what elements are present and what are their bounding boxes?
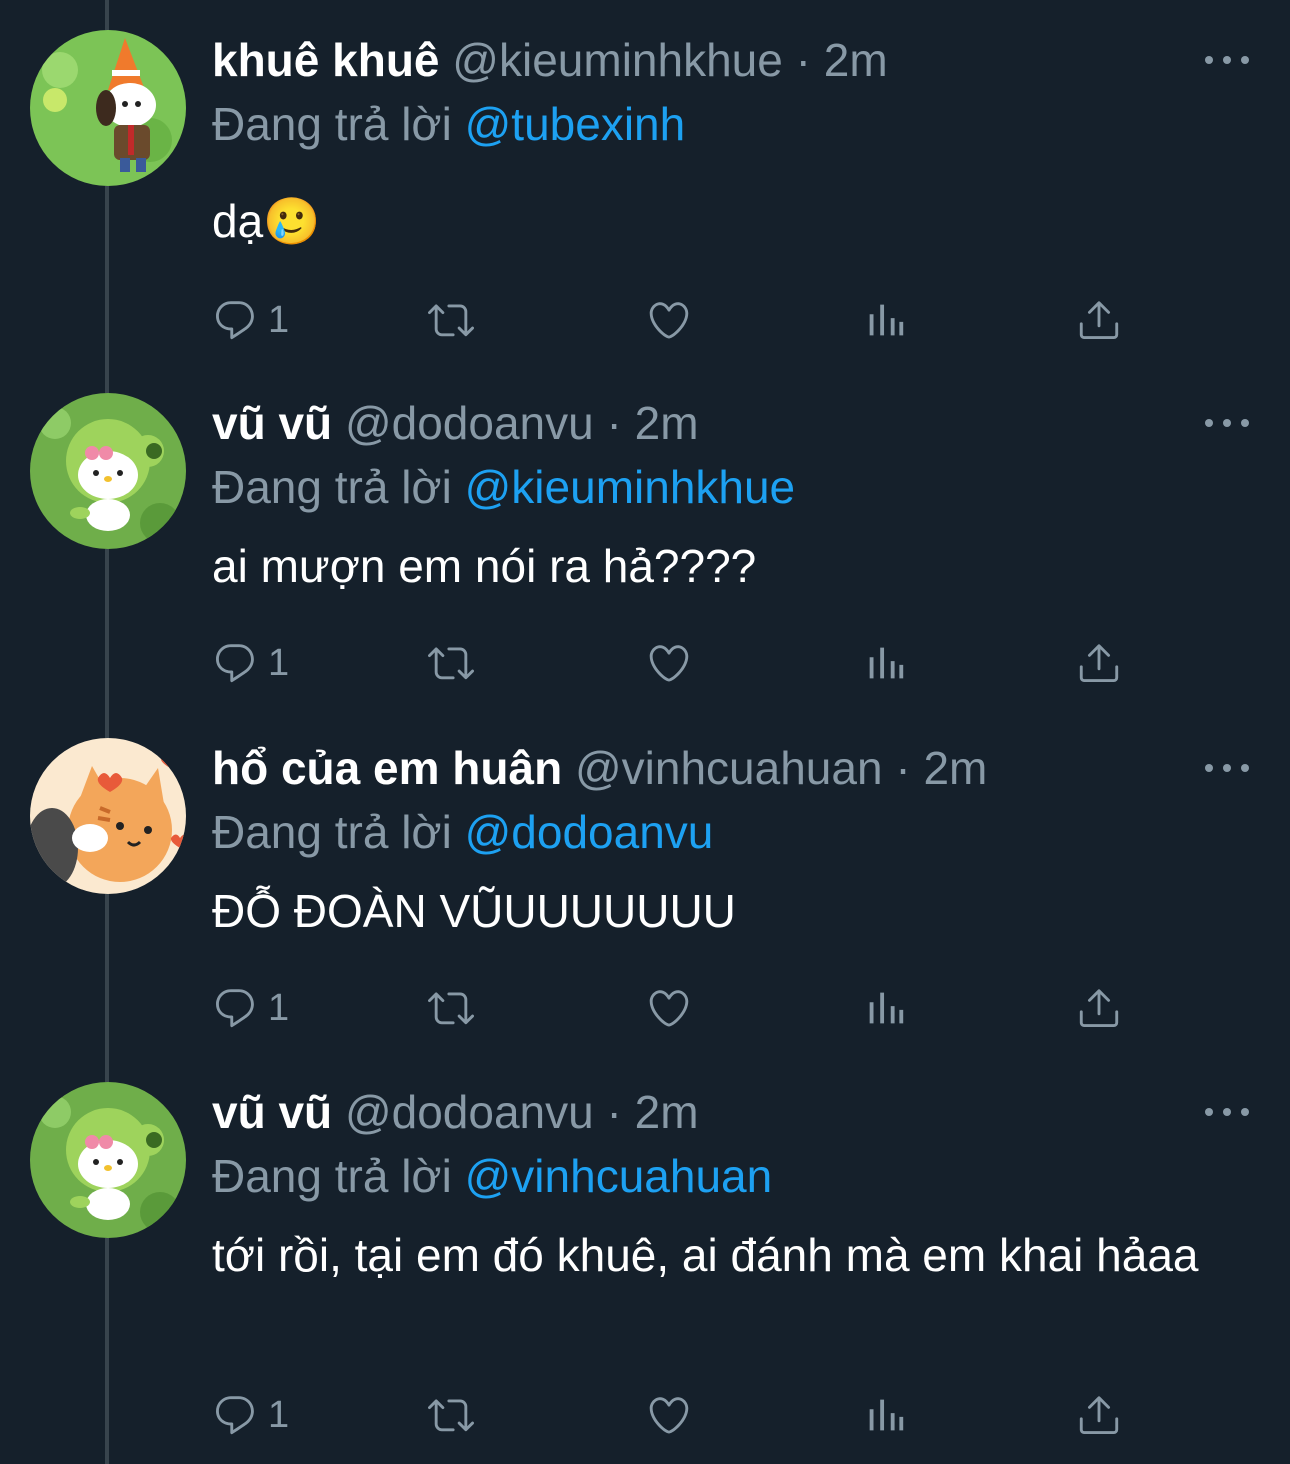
avatar[interactable]	[30, 738, 186, 894]
hello-kitty-peashooter-avatar	[30, 1082, 186, 1238]
share-button[interactable]	[1076, 983, 1122, 1033]
analytics-icon	[869, 304, 904, 336]
separator-dot: ·	[606, 1086, 622, 1138]
tweet-actions: 1	[212, 638, 1162, 688]
pochacco-cone-avatar	[30, 30, 186, 186]
tweet-text: ai mượn em nói ra hả????	[212, 540, 757, 592]
hello-kitty-peashooter-avatar	[30, 393, 186, 549]
analytics-button[interactable]	[862, 1390, 908, 1440]
reply-button[interactable]: 1	[212, 1390, 289, 1440]
reply-count: 1	[268, 641, 290, 684]
retweet-icon	[428, 992, 474, 1025]
more-icon[interactable]	[1205, 1102, 1249, 1122]
avatar[interactable]	[30, 1082, 186, 1238]
tweet-header: vũ vũ @dodoanvu · 2m	[212, 393, 699, 453]
tweet-text: dạ🥲	[212, 195, 321, 247]
replying-to: Đang trả lời @dodoanvu	[212, 802, 713, 862]
more-icon[interactable]	[1205, 413, 1249, 433]
tweet-header: vũ vũ @dodoanvu · 2m	[212, 1082, 699, 1142]
replying-to: Đang trả lời @tubexinh	[212, 94, 685, 154]
avatar[interactable]	[30, 30, 186, 186]
display-name[interactable]: khuê khuê	[212, 34, 440, 86]
share-icon	[1079, 1396, 1119, 1435]
display-name[interactable]: vũ vũ	[212, 1086, 332, 1138]
avatar[interactable]	[30, 393, 186, 549]
analytics-button[interactable]	[862, 295, 908, 345]
replying-to: Đang trả lời @vinhcuahuan	[212, 1146, 772, 1206]
like-icon	[649, 990, 689, 1027]
replying-to-label: Đang trả lời	[212, 806, 452, 858]
analytics-icon	[869, 1399, 904, 1431]
replying-to-label: Đang trả lời	[212, 1150, 452, 1202]
analytics-icon	[869, 992, 904, 1024]
share-button[interactable]	[1076, 638, 1122, 688]
retweet-button[interactable]	[428, 638, 474, 688]
user-handle[interactable]: @kieuminhkhue	[452, 34, 783, 86]
reply-button[interactable]: 1	[212, 983, 289, 1033]
timestamp[interactable]: 2m	[824, 34, 888, 86]
share-icon	[1079, 644, 1119, 683]
analytics-button[interactable]	[862, 983, 908, 1033]
analytics-button[interactable]	[862, 638, 908, 688]
retweet-button[interactable]	[428, 983, 474, 1033]
reply-count: 1	[268, 986, 290, 1029]
share-icon	[1079, 301, 1119, 340]
retweet-icon	[428, 304, 474, 337]
tweet-header: hổ của em huân @vinhcuahuan · 2m	[212, 738, 987, 798]
retweet-button[interactable]	[428, 295, 474, 345]
like-icon	[649, 1397, 689, 1434]
reply-icon	[216, 989, 254, 1028]
reply-icon	[216, 1396, 254, 1435]
share-icon	[1079, 989, 1119, 1028]
mention-link[interactable]: @kieuminhkhue	[465, 461, 796, 513]
share-button[interactable]	[1076, 1390, 1122, 1440]
retweet-button[interactable]	[428, 1390, 474, 1440]
like-icon	[649, 645, 689, 682]
replying-to-label: Đang trả lời	[212, 461, 452, 513]
thread-line	[105, 0, 109, 1464]
tweet-text: tới rồi, tại em đó khuê, ai đánh mà em k…	[212, 1229, 1199, 1281]
reply-button[interactable]: 1	[212, 638, 289, 688]
separator-dot: ·	[795, 34, 811, 86]
separator-dot: ·	[895, 742, 911, 794]
tweet-text: ĐỖ ĐOÀN VŨUUUUUUU	[212, 885, 736, 937]
reply-count: 1	[268, 298, 290, 341]
timestamp[interactable]: 2m	[635, 1086, 699, 1138]
user-handle[interactable]: @dodoanvu	[345, 1086, 594, 1138]
retweet-icon	[428, 647, 474, 680]
like-button[interactable]	[646, 1390, 692, 1440]
separator-dot: ·	[606, 397, 622, 449]
mention-link[interactable]: @tubexinh	[465, 98, 686, 150]
replying-to: Đang trả lời @kieuminhkhue	[212, 457, 795, 517]
user-handle[interactable]: @vinhcuahuan	[575, 742, 883, 794]
mention-link[interactable]: @vinhcuahuan	[465, 1150, 773, 1202]
display-name[interactable]: hổ của em huân	[212, 742, 562, 794]
reply-icon	[216, 301, 254, 340]
reply-button[interactable]: 1	[212, 295, 289, 345]
share-button[interactable]	[1076, 295, 1122, 345]
timestamp[interactable]: 2m	[635, 397, 699, 449]
display-name[interactable]: vũ vũ	[212, 397, 332, 449]
reply-count: 1	[268, 1393, 290, 1436]
tweet-actions: 1	[212, 1390, 1162, 1440]
tweet-actions: 1	[212, 295, 1162, 345]
analytics-icon	[869, 647, 904, 679]
tweet-header: khuê khuê @kieuminhkhue · 2m	[212, 30, 888, 90]
mention-link[interactable]: @dodoanvu	[465, 806, 714, 858]
more-icon[interactable]	[1205, 758, 1249, 778]
tweet-actions: 1	[212, 983, 1162, 1033]
reply-icon	[216, 644, 254, 683]
like-button[interactable]	[646, 638, 692, 688]
like-button[interactable]	[646, 983, 692, 1033]
more-icon[interactable]	[1205, 50, 1249, 70]
orange-cat-hearts-avatar	[30, 738, 186, 894]
replying-to-label: Đang trả lời	[212, 98, 452, 150]
like-icon	[649, 302, 689, 339]
timestamp[interactable]: 2m	[923, 742, 987, 794]
like-button[interactable]	[646, 295, 692, 345]
retweet-icon	[428, 1399, 474, 1432]
user-handle[interactable]: @dodoanvu	[345, 397, 594, 449]
